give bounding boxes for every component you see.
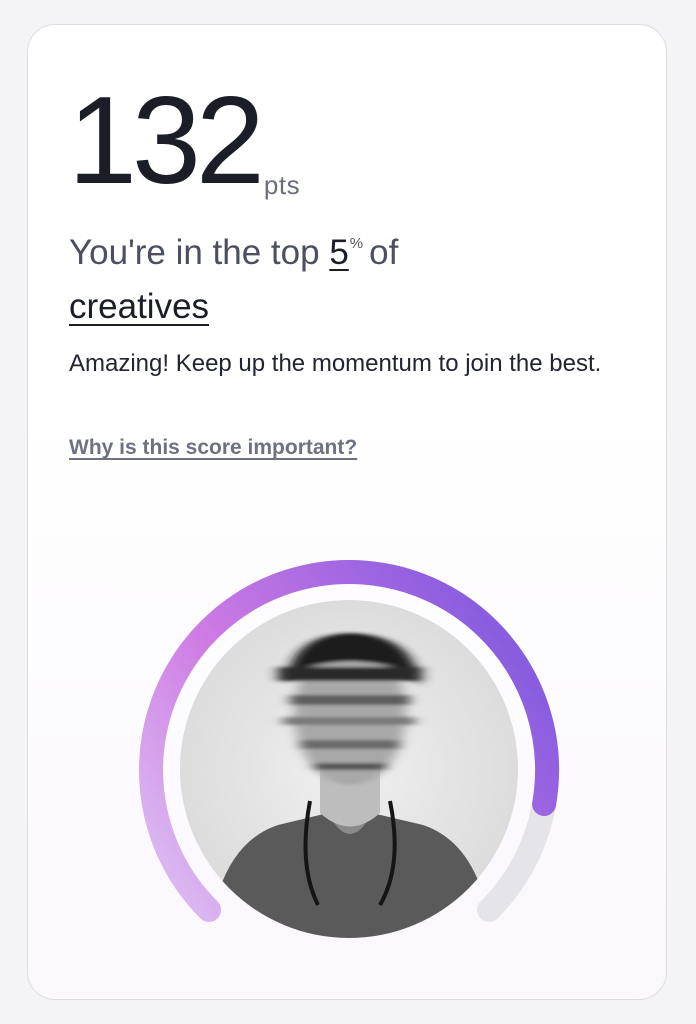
ranking-prefix: You're in the top	[69, 233, 320, 272]
score-importance-link[interactable]: Why is this score important?	[69, 436, 357, 460]
percent-sign: %	[349, 235, 364, 252]
avatar	[180, 600, 518, 938]
progress-gauge	[139, 559, 560, 938]
score-display: 132 pts	[68, 79, 300, 203]
score-value: 132	[68, 72, 265, 210]
ranking-category-link[interactable]: creatives	[69, 287, 209, 326]
ranking-headline: You're in the top 5% of creatives	[69, 217, 629, 334]
ranking-percent[interactable]: 5	[329, 233, 348, 272]
score-card: 132 pts You're in the top 5% of creatives…	[27, 24, 667, 1000]
score-unit: pts	[263, 170, 301, 200]
ranking-of: of	[369, 233, 399, 272]
encouragement-message: Amazing! Keep up the momentum to join th…	[69, 350, 602, 377]
